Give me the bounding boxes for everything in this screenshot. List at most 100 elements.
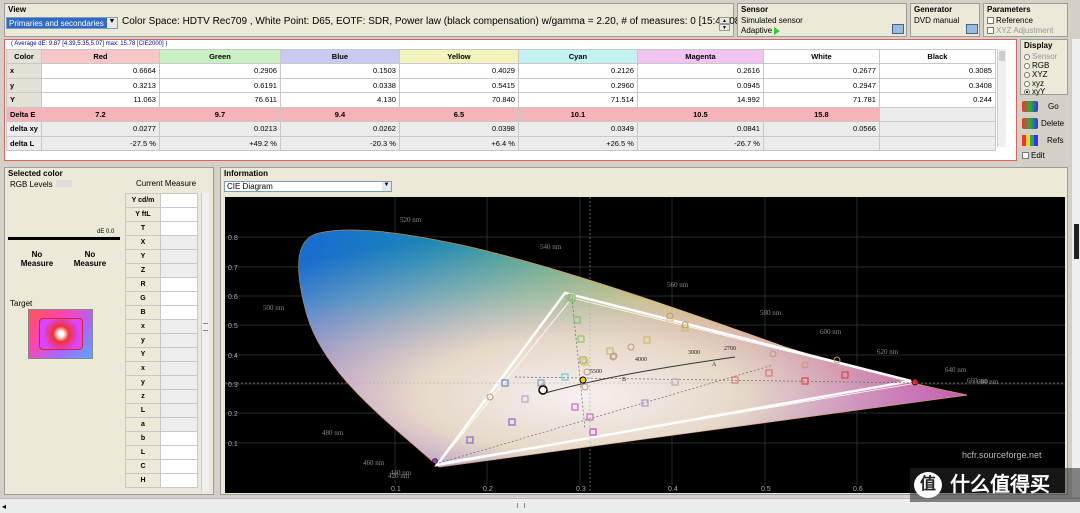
table-cell[interactable]: 71.514: [517, 92, 638, 108]
table-cell[interactable]: +6.4 %: [398, 135, 519, 151]
measure-value[interactable]: [160, 417, 198, 432]
display-option-xyz-upper[interactable]: XYZ: [1024, 70, 1048, 79]
table-cell[interactable]: 11.063: [40, 92, 160, 108]
table-cell[interactable]: 0.2906: [158, 63, 281, 79]
measure-value[interactable]: [160, 473, 198, 488]
table-cell[interactable]: 9.7: [158, 106, 281, 122]
table-cell[interactable]: 15.8: [762, 106, 880, 122]
table-cell[interactable]: [878, 135, 996, 151]
chevron-down-icon[interactable]: ▼: [107, 18, 117, 28]
table-cell[interactable]: 0.0566: [762, 121, 880, 137]
table-cell[interactable]: 76.611: [158, 92, 281, 108]
table-cell[interactable]: 0.6664: [40, 63, 160, 79]
chevron-down-icon[interactable]: ▼: [382, 182, 391, 191]
measure-value[interactable]: [160, 431, 198, 446]
table-cell[interactable]: 0.0338: [279, 77, 400, 93]
table-cell[interactable]: +26.5 %: [517, 135, 638, 151]
reference-checkbox[interactable]: Reference: [987, 16, 1033, 25]
display-option-rgb[interactable]: RGB: [1024, 61, 1049, 70]
measure-value[interactable]: [160, 263, 198, 278]
measure-value[interactable]: [160, 389, 198, 404]
table-cell[interactable]: [878, 106, 996, 122]
measure-value[interactable]: [160, 459, 198, 474]
table-cell[interactable]: 0.3408: [878, 77, 996, 93]
radio-selected-icon[interactable]: [1024, 88, 1030, 95]
radio-icon[interactable]: [1024, 53, 1030, 60]
scrollbar-grip-icon[interactable]: [203, 323, 208, 331]
table-cell[interactable]: 10.5: [636, 106, 764, 122]
table-cell[interactable]: 9.4: [279, 106, 400, 122]
measure-value[interactable]: [160, 445, 198, 460]
table-cell[interactable]: -26.7 %: [636, 135, 764, 151]
scrollbar-grip-icon[interactable]: [517, 503, 525, 508]
table-cell[interactable]: 0.2947: [762, 77, 880, 93]
measure-scrollbar[interactable]: [201, 193, 209, 491]
table-cell[interactable]: 6.5: [398, 106, 519, 122]
col-header-cyan[interactable]: Cyan: [517, 49, 638, 64]
measure-value[interactable]: [160, 375, 198, 390]
chevron-left-icon[interactable]: ◂: [2, 502, 6, 511]
measure-value[interactable]: [160, 221, 198, 236]
table-cell[interactable]: 4.130: [279, 92, 400, 108]
checkbox-icon[interactable]: [987, 27, 994, 35]
table-scrollbar[interactable]: [997, 49, 1006, 147]
table-cell[interactable]: 0.2677: [762, 63, 880, 79]
table-cell[interactable]: 0.3085: [878, 63, 996, 79]
measure-value[interactable]: [160, 277, 198, 292]
table-cell[interactable]: 71.781: [762, 92, 880, 108]
edit-checkbox[interactable]: Edit: [1022, 151, 1045, 160]
measure-value[interactable]: [160, 249, 198, 264]
measure-value[interactable]: [160, 319, 198, 334]
table-cell[interactable]: 0.2616: [636, 63, 764, 79]
delete-button[interactable]: Delete: [1021, 116, 1067, 131]
spin-down-button[interactable]: ▼: [719, 24, 730, 31]
table-cell[interactable]: 0.0945: [636, 77, 764, 93]
target-swatch[interactable]: [28, 309, 93, 359]
col-header-white[interactable]: White: [762, 49, 880, 64]
table-cell[interactable]: 0.5415: [398, 77, 519, 93]
table-cell[interactable]: 0.1503: [279, 63, 400, 79]
table-cell[interactable]: 14.992: [636, 92, 764, 108]
col-header-green[interactable]: Green: [158, 49, 281, 64]
measure-value[interactable]: [160, 193, 198, 208]
measure-value[interactable]: [160, 207, 198, 222]
col-header-magenta[interactable]: Magenta: [636, 49, 764, 64]
table-cell[interactable]: 0.0398: [398, 121, 519, 137]
measure-value[interactable]: [160, 291, 198, 306]
col-header-yellow[interactable]: Yellow: [398, 49, 519, 64]
display-option-sensor[interactable]: Sensor: [1024, 52, 1057, 61]
radio-icon[interactable]: [1024, 80, 1030, 87]
col-header-blue[interactable]: Blue: [279, 49, 400, 64]
go-button[interactable]: Go: [1021, 99, 1067, 114]
table-cell[interactable]: 0.6191: [158, 77, 281, 93]
measure-value[interactable]: [160, 305, 198, 320]
measure-value[interactable]: [160, 235, 198, 250]
table-cell[interactable]: 0.0841: [636, 121, 764, 137]
table-cell[interactable]: 0.0277: [40, 121, 160, 137]
play-icon[interactable]: [774, 27, 780, 35]
col-header-black[interactable]: Black: [878, 49, 996, 64]
view-mode-select[interactable]: Primaries and secondaries ▼: [6, 17, 118, 29]
cie-diagram[interactable]: 0.1 0.2 0.3 0.4 0.5 0.6 0.8 0.7 0.6 0.5 0.4 0.3 0.2 0…: [225, 197, 1065, 493]
display-option-xyy[interactable]: xyY: [1024, 87, 1045, 96]
checkbox-icon[interactable]: [987, 17, 994, 25]
measure-value[interactable]: [160, 333, 198, 348]
table-cell[interactable]: 0.0213: [158, 121, 281, 137]
xyz-adjust-checkbox[interactable]: XYZ Adjustment: [987, 26, 1053, 35]
scrollbar-thumb[interactable]: [999, 51, 1005, 61]
table-cell[interactable]: -27.5 %: [40, 135, 160, 151]
table-cell[interactable]: 0.3213: [40, 77, 160, 93]
spin-up-button[interactable]: ▲: [719, 17, 730, 24]
generator-config-icon[interactable]: [966, 24, 978, 34]
table-cell[interactable]: 7.2: [40, 106, 160, 122]
measure-value[interactable]: [160, 361, 198, 376]
table-cell[interactable]: -20.3 %: [279, 135, 400, 151]
measure-value[interactable]: [160, 403, 198, 418]
table-cell[interactable]: 0.2126: [517, 63, 638, 79]
info-view-select[interactable]: CIE Diagram ▼: [224, 181, 392, 192]
radio-icon[interactable]: [1024, 62, 1030, 69]
col-header-red[interactable]: Red: [40, 49, 160, 64]
table-cell[interactable]: 70.840: [398, 92, 519, 108]
checkbox-icon[interactable]: [1022, 152, 1029, 160]
table-cell[interactable]: [762, 135, 880, 151]
